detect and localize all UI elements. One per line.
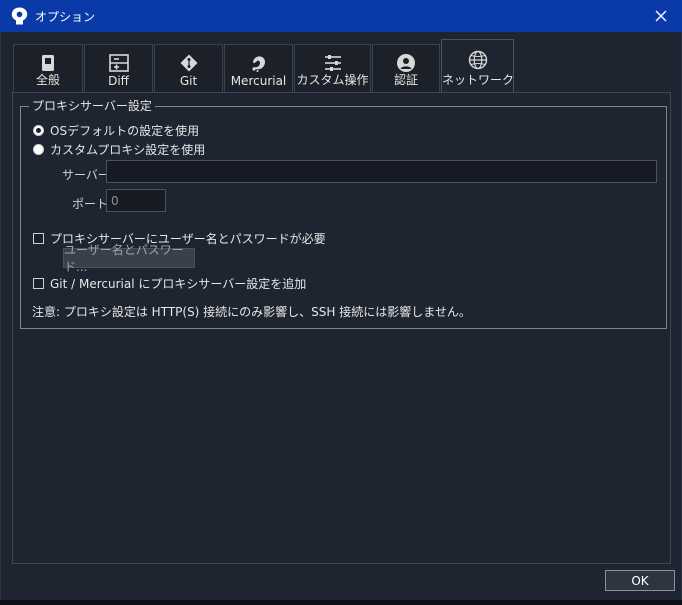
radio-dot bbox=[36, 128, 41, 133]
tab-diff[interactable]: Diff bbox=[84, 44, 153, 94]
tab-label: 全般 bbox=[35, 73, 60, 87]
proxy-settings-group: プロキシサーバー設定 OSデフォルトの設定を使用 カスタムプロキシ設定を使用 サ… bbox=[20, 99, 667, 329]
toggle-icon bbox=[42, 55, 54, 71]
add-to-git-checkbox[interactable] bbox=[33, 278, 44, 289]
network-settings-panel: プロキシサーバー設定 OSデフォルトの設定を使用 カスタムプロキシ設定を使用 サ… bbox=[12, 92, 671, 564]
radio-label: カスタムプロキシ設定を使用 bbox=[50, 143, 206, 157]
ok-button[interactable]: OK bbox=[605, 570, 675, 591]
git-icon bbox=[180, 54, 197, 72]
diff-icon bbox=[108, 54, 129, 72]
tab-label: 認証 bbox=[393, 73, 418, 87]
close-button[interactable] bbox=[648, 4, 674, 28]
tab-general[interactable]: 全般 bbox=[13, 44, 83, 94]
user-icon bbox=[397, 54, 415, 72]
title-bar: オプション bbox=[0, 0, 682, 32]
checkbox-label: Git / Mercurial にプロキシサーバー設定を追加 bbox=[50, 277, 307, 291]
add-to-git-checkbox-row[interactable]: Git / Mercurial にプロキシサーバー設定を追加 bbox=[33, 275, 306, 292]
tab-label: Mercurial bbox=[230, 74, 287, 88]
server-input[interactable] bbox=[106, 160, 657, 183]
window-title: オプション bbox=[35, 10, 96, 24]
close-icon bbox=[655, 10, 667, 22]
tab-strip: 全般 Diff Git Mercurial カスタム操作 認証 ネットワーク bbox=[13, 39, 515, 94]
radio-button[interactable] bbox=[33, 144, 44, 155]
tab-network[interactable]: ネットワーク bbox=[441, 39, 514, 94]
radio-os-default[interactable]: OSデフォルトの設定を使用 bbox=[33, 122, 199, 139]
group-title: プロキシサーバー設定 bbox=[29, 99, 155, 113]
require-auth-checkbox[interactable] bbox=[33, 233, 44, 244]
port-input[interactable]: 0 bbox=[106, 189, 166, 212]
tab-label: Git bbox=[179, 74, 198, 88]
tab-label: Diff bbox=[108, 74, 129, 88]
mercurial-icon bbox=[251, 56, 265, 72]
tab-git[interactable]: Git bbox=[154, 44, 223, 94]
tab-authentication[interactable]: 認証 bbox=[372, 44, 440, 94]
username-password-button[interactable]: ユーザー名とパスワード... bbox=[63, 243, 195, 274]
radio-label: OSデフォルトの設定を使用 bbox=[50, 124, 200, 138]
proxy-note: 注意: プロキシ設定は HTTP(S) 接続にのみ影響し、SSH 接続には影響し… bbox=[32, 305, 471, 319]
tab-mercurial[interactable]: Mercurial bbox=[224, 44, 293, 94]
globe-icon bbox=[468, 50, 487, 70]
radio-custom-proxy[interactable]: カスタムプロキシ設定を使用 bbox=[33, 141, 205, 158]
bottom-edge bbox=[0, 600, 682, 605]
tab-label: カスタム操作 bbox=[296, 73, 369, 87]
sourcetree-logo-icon bbox=[11, 7, 28, 25]
dialog-body: 全般 Diff Git Mercurial カスタム操作 認証 ネットワーク プ… bbox=[0, 32, 682, 605]
custom-actions-icon bbox=[324, 55, 341, 71]
tab-label: ネットワーク bbox=[442, 73, 515, 87]
radio-button[interactable] bbox=[33, 125, 44, 136]
tab-custom-actions[interactable]: カスタム操作 bbox=[294, 44, 371, 94]
